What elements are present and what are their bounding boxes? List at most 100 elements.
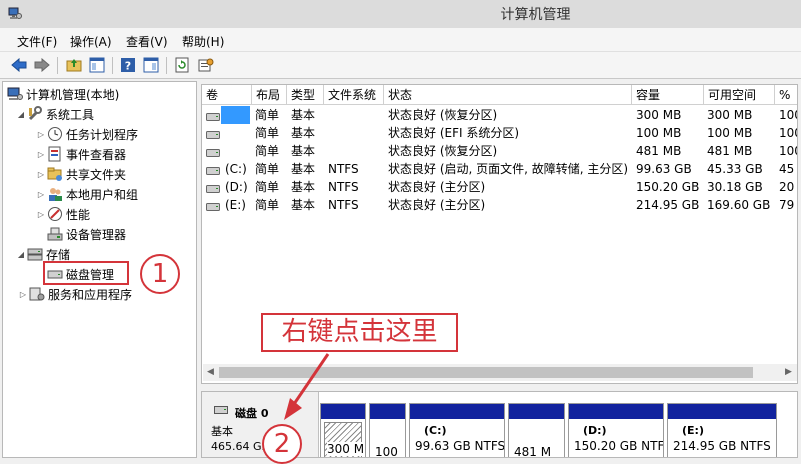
partition-size: 214.95 GB NTFS xyxy=(673,439,771,453)
tree-item-device-manager[interactable]: 设备管理器 xyxy=(47,224,126,244)
tree-item-performance[interactable]: ▷ 性能 xyxy=(35,204,90,224)
properties-pane-icon[interactable] xyxy=(141,55,161,75)
table-row[interactable]: (E:) 简单 基本 NTFS 状态良好 (主分区) 214.95 GB 169.60 GB… xyxy=(202,196,797,214)
tree-item-local-users[interactable]: ▷ 本地用户和组 xyxy=(35,184,138,204)
partition-name: (E:) xyxy=(682,424,704,437)
back-arrow-icon[interactable] xyxy=(9,55,29,75)
up-folder-icon[interactable] xyxy=(64,55,84,75)
column-header-volume[interactable]: 卷 xyxy=(202,85,252,105)
table-row[interactable]: 简单基本 状态良好 (恢复分区) 300 MB 300 MB 100 xyxy=(202,106,797,124)
table-row[interactable]: 简单基本 状态良好 (EFI 系统分区) 100 MB 100 MB 100 xyxy=(202,124,797,142)
forward-arrow-icon[interactable] xyxy=(32,55,52,75)
cell-status: 状态良好 (EFI 系统分区) xyxy=(388,126,520,140)
partition-block[interactable]: (E:) 214.95 GB NTFS xyxy=(667,403,777,457)
cell-status: 状态良好 (恢复分区) xyxy=(388,144,498,158)
partition-size: 300 M xyxy=(327,442,365,456)
disk-size: 465.64 GB xyxy=(211,440,270,453)
cell-fs xyxy=(328,142,384,160)
expand-arrow-icon[interactable]: ▷ xyxy=(35,170,47,179)
computer-management-icon xyxy=(7,86,23,102)
partition-name: (D:) xyxy=(583,424,607,437)
column-header-percent[interactable]: % xyxy=(775,85,797,105)
partition-block[interactable]: 481 M xyxy=(508,403,565,458)
expand-arrow-icon[interactable]: ▷ xyxy=(35,190,47,199)
column-header-type[interactable]: 类型 xyxy=(287,85,324,105)
tree-item-label: 系统工具 xyxy=(46,107,95,122)
window-title: 计算机管理 xyxy=(500,7,571,23)
tree-item-shared-folders[interactable]: ▷ 共享文件夹 xyxy=(35,164,126,184)
menu-action[interactable]: 操作(A) xyxy=(70,33,112,50)
expand-arrow-icon[interactable]: ▷ xyxy=(17,290,29,299)
partition-size: 481 M xyxy=(514,445,552,458)
menu-view[interactable]: 查看(V) xyxy=(126,33,168,50)
disk-type: 基本 xyxy=(211,425,233,438)
column-header-status[interactable]: 状态 xyxy=(384,85,632,105)
partition-block[interactable]: 100 xyxy=(369,403,406,457)
tree-item-task-scheduler[interactable]: ▷ 任务计划程序 xyxy=(35,124,138,144)
cell-layout: 简单 xyxy=(255,126,280,140)
column-header-capacity[interactable]: 容量 xyxy=(632,85,704,105)
cell-status: 状态良好 (恢复分区) xyxy=(388,108,498,122)
tree-item-services[interactable]: ▷ 服务和应用程序 xyxy=(17,284,132,304)
menu-bar: 文件(F) 操作(A) 查看(V) 帮助(H) xyxy=(0,28,801,52)
tree-item-label: 服务和应用程序 xyxy=(48,287,133,302)
partition-block[interactable]: (D:) 150.20 GB NTFS xyxy=(568,403,664,457)
export-list-icon[interactable] xyxy=(196,55,216,75)
show-hide-tree-icon[interactable] xyxy=(87,55,107,75)
cell-capacity: 481 MB xyxy=(636,144,682,158)
cell-type: 基本 xyxy=(291,108,316,122)
column-header-layout[interactable]: 布局 xyxy=(252,85,287,105)
collapse-arrow-icon[interactable]: ◢ xyxy=(15,110,27,119)
collapse-arrow-icon[interactable]: ◢ xyxy=(15,250,27,259)
device-manager-icon xyxy=(47,226,63,242)
cell-status: 状态良好 (主分区) xyxy=(388,198,486,212)
cell-free: 30.18 GB xyxy=(707,180,763,194)
table-row[interactable]: (D:) 简单 基本 NTFS 状态良好 (主分区) 150.20 GB 30.18 GB 2… xyxy=(202,178,797,196)
cell-status: 状态良好 (主分区) xyxy=(388,180,486,194)
cell-type: 基本 xyxy=(291,126,316,140)
cell-type: 基本 xyxy=(291,180,316,194)
expand-arrow-icon[interactable]: ▷ xyxy=(35,130,47,139)
toolbar-separator xyxy=(166,57,167,74)
expand-arrow-icon[interactable]: ▷ xyxy=(35,210,47,219)
cell-pct: 100 xyxy=(779,126,797,140)
refresh-icon[interactable] xyxy=(172,55,192,75)
tree-item-label: 计算机管理(本地) xyxy=(26,87,120,102)
clock-icon xyxy=(47,126,63,142)
storage-icon xyxy=(27,246,43,262)
toolbar-separator xyxy=(112,57,113,74)
cell-layout: 简单 xyxy=(255,162,280,176)
tree-item-event-viewer[interactable]: ▷ 事件查看器 xyxy=(35,144,126,164)
partition-bar xyxy=(410,404,504,419)
cell-capacity: 99.63 GB xyxy=(636,162,692,176)
column-header-filesystem[interactable]: 文件系统 xyxy=(324,85,384,105)
table-row[interactable]: 简单基本 状态良好 (恢复分区) 481 MB 481 MB 100 xyxy=(202,142,797,160)
volume-icon xyxy=(206,201,220,211)
tree-item-label: 事件查看器 xyxy=(66,147,127,162)
scroll-right-icon[interactable]: ▶ xyxy=(785,367,792,377)
tree-item-system-tools[interactable]: ◢ 系统工具 xyxy=(15,104,94,124)
menu-help[interactable]: 帮助(H) xyxy=(182,33,224,50)
volume-icon xyxy=(206,183,220,193)
help-icon[interactable]: ? xyxy=(118,55,138,75)
cell-pct: 79 xyxy=(779,198,795,212)
partition-bar xyxy=(668,404,776,419)
event-viewer-icon xyxy=(47,146,63,162)
partition-block[interactable]: (C:) 99.63 GB NTFS xyxy=(409,403,505,457)
expand-arrow-icon[interactable]: ▷ xyxy=(35,150,47,159)
callout-right-click-here: 右键点击这里 xyxy=(261,313,458,352)
toolbar-separator xyxy=(57,57,58,74)
scroll-left-icon[interactable]: ◀ xyxy=(207,367,214,377)
cell-fs: NTFS xyxy=(328,198,359,212)
cell-free: 300 MB xyxy=(707,108,753,122)
disk-management-highlight xyxy=(43,261,129,285)
menu-file[interactable]: 文件(F) xyxy=(17,33,57,50)
cell-capacity: 300 MB xyxy=(636,108,682,122)
cell-fs xyxy=(328,106,384,124)
column-header-free-space[interactable]: 可用空间 xyxy=(704,85,775,105)
cell-free: 45.33 GB xyxy=(707,162,763,176)
cell-pct: 20 xyxy=(779,180,795,194)
table-row[interactable]: (C:) 简单 基本 NTFS 状态良好 (启动, 页面文件, 故障转储, 主分区) 99… xyxy=(202,160,797,178)
cell-layout: 简单 xyxy=(255,198,280,212)
tree-item-root[interactable]: 计算机管理(本地) xyxy=(7,84,119,104)
